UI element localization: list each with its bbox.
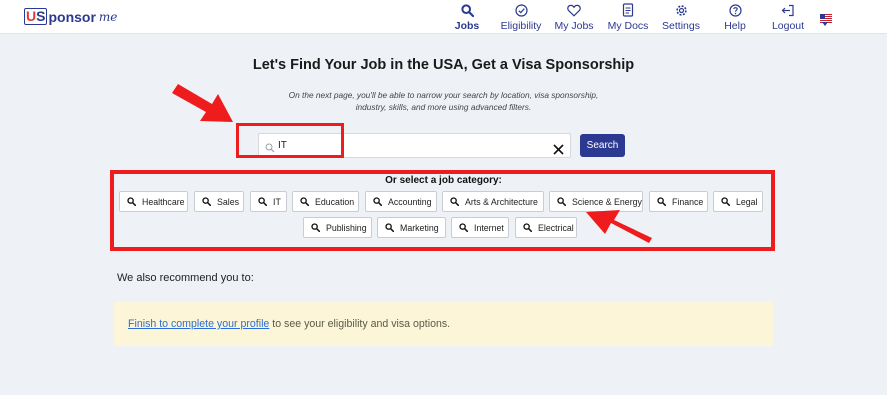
us-flag-icon[interactable] <box>820 10 832 23</box>
complete-profile-link[interactable]: Finish to complete your profile <box>128 318 269 330</box>
nav-my-jobs[interactable]: My Jobs <box>544 3 604 32</box>
close-icon[interactable] <box>553 142 564 160</box>
nav-help-label: Help <box>724 20 746 32</box>
nav-my-docs-label: My Docs <box>607 20 649 32</box>
search-icon <box>450 197 459 206</box>
profile-notice: Finish to complete your profile to see y… <box>114 301 773 346</box>
nav-help[interactable]: Help <box>705 3 765 32</box>
category-chip-label: Arts & Architecture <box>465 196 538 207</box>
search-icon <box>557 197 566 206</box>
page-subtitle: On the next page, you'll be able to narr… <box>0 89 887 113</box>
search-highlight-box <box>236 123 344 158</box>
category-chip-label: Science & Energy <box>572 196 642 207</box>
category-chip-label: Education <box>315 196 355 207</box>
help-icon <box>727 3 743 17</box>
categories-heading: Or select a job category: <box>385 175 502 186</box>
category-chip[interactable]: Healthcare <box>119 191 188 212</box>
category-chip[interactable]: Legal <box>713 191 763 212</box>
search-icon <box>385 223 394 232</box>
search-icon <box>657 197 666 206</box>
category-chip[interactable]: Science & Energy <box>549 191 643 212</box>
category-chip-label: Publishing <box>326 222 367 233</box>
search-icon <box>311 223 320 232</box>
nav-eligibility-label: Eligibility <box>500 20 542 32</box>
search-icon <box>300 197 309 206</box>
category-chip-label: Marketing <box>400 222 439 233</box>
category-chip-label: Healthcare <box>142 196 185 207</box>
category-chip[interactable]: Sales <box>194 191 244 212</box>
category-chip[interactable]: Finance <box>649 191 708 212</box>
gear-icon <box>673 3 689 17</box>
search-icon <box>202 197 211 206</box>
profile-notice-rest: to see your eligibility and visa options… <box>269 318 451 330</box>
search-icon <box>258 197 267 206</box>
subtitle-line-2: industry, skills, and more using advance… <box>355 102 532 112</box>
category-chip[interactable]: Accounting <box>365 191 437 212</box>
category-chip-label: Sales <box>217 196 240 207</box>
category-chip[interactable]: Electrical <box>515 217 577 238</box>
nav-eligibility[interactable]: Eligibility <box>491 3 551 32</box>
category-chip[interactable]: Publishing <box>303 217 372 238</box>
nav-my-jobs-label: My Jobs <box>554 20 594 32</box>
heart-icon <box>566 3 582 17</box>
category-chip-label: Internet <box>474 222 504 233</box>
chevron-down-icon[interactable] <box>822 22 828 26</box>
recommend-heading: We also recommend you to: <box>117 272 254 284</box>
search-icon <box>373 197 382 206</box>
search-icon <box>459 223 468 232</box>
category-chip-label: Electrical <box>538 222 574 233</box>
nav-jobs-label: Jobs <box>454 20 480 32</box>
nav-settings-label: Settings <box>662 20 700 32</box>
search-icon <box>459 3 475 17</box>
nav-logout[interactable]: Logout <box>758 3 818 32</box>
search-button[interactable]: Search <box>580 134 625 157</box>
profile-notice-text: Finish to complete your profile to see y… <box>128 318 450 330</box>
category-chip[interactable]: Internet <box>451 217 509 238</box>
category-chip-label: IT <box>273 196 281 207</box>
search-icon <box>721 197 730 206</box>
search-icon <box>523 223 532 232</box>
nav-jobs[interactable]: Jobs <box>437 3 497 32</box>
page-title: Let's Find Your Job in the USA, Get a Vi… <box>252 57 635 73</box>
check-circle-icon <box>513 3 529 17</box>
category-chip-label: Legal <box>736 196 758 207</box>
category-chip[interactable]: Marketing <box>377 217 446 238</box>
top-navbar: US ponsor me Jobs Eligibility My Jobs My… <box>0 0 887 34</box>
document-icon <box>620 3 636 17</box>
nav-my-docs[interactable]: My Docs <box>598 3 658 32</box>
subtitle-line-1: On the next page, you'll be able to narr… <box>288 90 599 100</box>
category-chip-label: Finance <box>672 196 704 207</box>
category-chip[interactable]: Education <box>292 191 359 212</box>
logout-icon <box>780 3 796 17</box>
nav-settings[interactable]: Settings <box>651 3 711 32</box>
nav-logout-label: Logout <box>771 20 805 32</box>
category-chip-label: Accounting <box>388 196 432 207</box>
category-chip[interactable]: Arts & Architecture <box>442 191 544 212</box>
category-chip[interactable]: IT <box>250 191 287 212</box>
search-icon <box>127 197 136 206</box>
